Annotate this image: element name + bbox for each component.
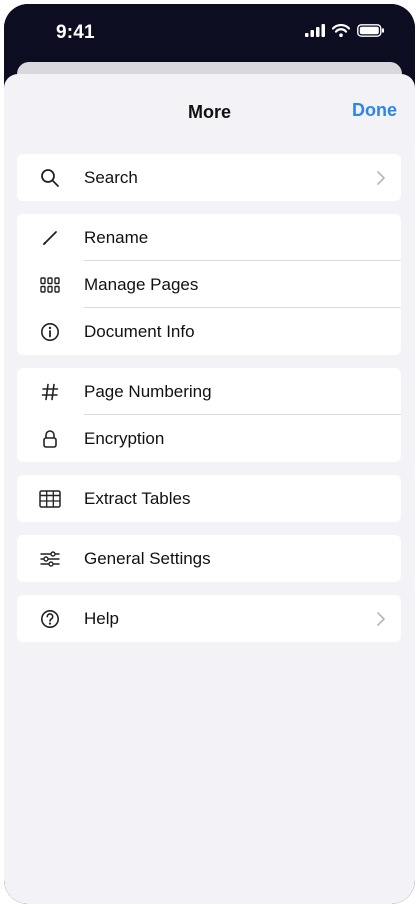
info-icon [39, 308, 61, 355]
search-icon [39, 154, 61, 201]
status-icons [305, 24, 385, 42]
sliders-icon [39, 535, 61, 582]
menu-item-extract-tables[interactable]: Extract Tables [17, 475, 401, 522]
menu-item-page-numbering[interactable]: Page Numbering [17, 368, 401, 415]
menu-item-label: General Settings [84, 549, 211, 568]
menu-item-general-settings[interactable]: General Settings [17, 535, 401, 582]
status-time: 9:41 [56, 22, 95, 43]
menu-item-label: Extract Tables [84, 489, 191, 508]
done-button[interactable]: Done [352, 100, 397, 121]
menu-item-help[interactable]: Help [17, 595, 401, 642]
hash-icon [39, 368, 61, 415]
menu-group-search: Search [17, 154, 401, 201]
menu-item-label: Rename [84, 228, 149, 247]
signal-icon [305, 24, 325, 42]
menu-item-label: Manage Pages [84, 275, 199, 294]
battery-icon [357, 24, 385, 42]
grid-icon [39, 261, 61, 308]
pencil-icon [39, 214, 61, 261]
menu-group-help: Help [17, 595, 401, 642]
menu-group-security: Page Numbering Encryption [17, 368, 401, 462]
help-icon [39, 595, 61, 642]
menu-item-rename[interactable]: Rename [17, 214, 401, 261]
menu-item-encryption[interactable]: Encryption [17, 415, 401, 462]
menu-item-label: Page Numbering [84, 382, 212, 401]
menu-item-search[interactable]: Search [17, 154, 401, 201]
menu-item-label: Document Info [84, 322, 195, 341]
status-bar: 9:41 [4, 4, 415, 64]
menu-item-label: Encryption [84, 429, 165, 448]
menu-item-label: Help [84, 609, 119, 628]
chevron-right-icon [377, 595, 385, 642]
more-sheet: More Done Search Rename Manage Pages Doc… [4, 74, 415, 904]
table-icon [39, 475, 61, 522]
menu-item-document-info[interactable]: Document Info [17, 308, 401, 355]
wifi-icon [331, 24, 351, 42]
phone-frame: 9:41 More Done Search Rename Manage Page… [4, 4, 415, 904]
chevron-right-icon [377, 154, 385, 201]
menu-group-document: Rename Manage Pages Document Info [17, 214, 401, 355]
menu-group-extract: Extract Tables [17, 475, 401, 522]
lock-icon [39, 415, 61, 462]
menu-item-manage-pages[interactable]: Manage Pages [17, 261, 401, 308]
menu-item-label: Search [84, 168, 138, 187]
menu-group-settings: General Settings [17, 535, 401, 582]
